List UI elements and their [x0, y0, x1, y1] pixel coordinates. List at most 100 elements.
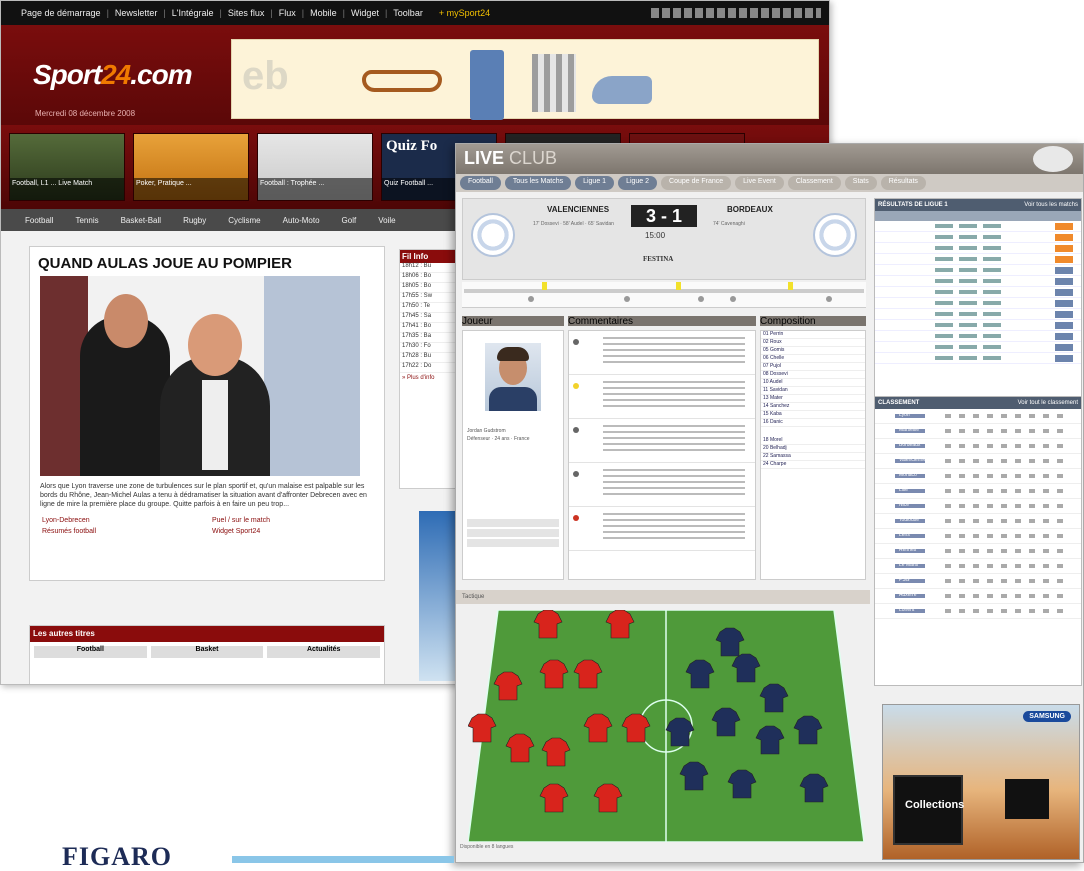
composition-row[interactable]: 20 Belhadj — [761, 445, 865, 453]
section-tab[interactable]: Rugby — [183, 216, 206, 225]
result-row[interactable] — [875, 254, 1081, 265]
fil-info-row[interactable]: 18h05 : Bo — [400, 283, 458, 293]
lineup-pitch[interactable] — [468, 610, 864, 842]
promo-tile[interactable]: Football, L1 ... Live Match — [9, 133, 125, 201]
composition-row[interactable]: 06 Chelle — [761, 355, 865, 363]
classement-row[interactable]: Lens — [875, 529, 1081, 544]
result-row[interactable] — [875, 298, 1081, 309]
search-strip[interactable] — [651, 8, 821, 18]
live-logo[interactable]: LIVE CLUB — [464, 148, 557, 169]
section-tab[interactable]: Tennis — [75, 216, 98, 225]
result-row[interactable] — [875, 331, 1081, 342]
composition-row[interactable]: 11 Savidan — [761, 387, 865, 395]
result-row[interactable] — [875, 265, 1081, 276]
classement-row[interactable]: Nice — [875, 499, 1081, 514]
composition-row[interactable]: 24 Charpe — [761, 461, 865, 469]
section-tab[interactable]: Voile — [378, 216, 395, 225]
feed-item[interactable] — [569, 375, 755, 419]
composition-row[interactable]: 18 Morel — [761, 437, 865, 445]
composition-row[interactable]: 08 Dossevi — [761, 371, 865, 379]
story-link[interactable]: Puel / sur le match — [212, 517, 372, 524]
sky-ad[interactable] — [419, 511, 459, 681]
composition-row[interactable]: 13 Mater — [761, 395, 865, 403]
fil-info-row[interactable]: 17h22 : Do — [400, 363, 458, 373]
story-link[interactable]: Widget Sport24 — [212, 528, 372, 535]
live-nav-item[interactable]: Ligue 1 — [575, 176, 615, 190]
fil-info-row[interactable]: 17h35 : Ba — [400, 333, 458, 343]
fil-info-row[interactable]: 18h12 : Bu — [400, 263, 458, 273]
composition-row[interactable]: 01 Perrin — [761, 331, 865, 339]
live-nav-item[interactable]: Coupe de France — [661, 176, 732, 190]
result-row[interactable] — [875, 353, 1081, 364]
live-nav-item[interactable]: Football — [460, 176, 501, 190]
live-nav-item[interactable]: Classement — [787, 176, 841, 190]
composition-row[interactable]: 16 Danic — [761, 419, 865, 427]
composition-row[interactable]: 02 Roux — [761, 339, 865, 347]
feed-item[interactable] — [569, 331, 755, 375]
other-tab[interactable]: Football — [34, 646, 147, 658]
result-row[interactable] — [875, 276, 1081, 287]
match-timeline[interactable] — [462, 282, 866, 308]
section-tab[interactable]: Auto-Moto — [283, 216, 320, 225]
fil-info-more[interactable]: » Plus d'info — [400, 373, 458, 383]
story-link[interactable]: Résumés football — [42, 528, 202, 535]
classement-row[interactable]: Auxerre — [875, 589, 1081, 604]
results-tabs[interactable] — [875, 211, 1081, 221]
result-row[interactable] — [875, 232, 1081, 243]
fil-info-row[interactable]: 17h28 : Bu — [400, 353, 458, 363]
section-tab[interactable]: Basket-Ball — [121, 216, 161, 225]
result-row[interactable] — [875, 243, 1081, 254]
top-nav-item[interactable]: Widget — [351, 8, 379, 18]
result-row[interactable] — [875, 320, 1081, 331]
classement-row[interactable]: Toulouse — [875, 514, 1081, 529]
top-nav-item[interactable]: Sites flux — [228, 8, 265, 18]
other-tab[interactable]: Actualités — [267, 646, 381, 658]
composition-row[interactable]: 07 Pujol — [761, 363, 865, 371]
classement-row[interactable]: Valenciennes — [875, 454, 1081, 469]
sport24-logo[interactable]: Sport24.com — [33, 59, 193, 91]
story-photo[interactable] — [40, 276, 360, 476]
result-row[interactable] — [875, 221, 1081, 232]
classement-row[interactable]: Bordeaux — [875, 439, 1081, 454]
story-link[interactable]: Lyon-Debrecen — [42, 517, 202, 524]
promo-tile[interactable]: Football : Trophée ... — [257, 133, 373, 201]
classement-row[interactable]: PSG — [875, 574, 1081, 589]
section-tab[interactable]: Cyclisme — [228, 216, 260, 225]
top-nav-item[interactable]: Page de démarrage — [21, 8, 101, 18]
fil-info-row[interactable]: 17h41 : Bo — [400, 323, 458, 333]
fil-info-row[interactable]: 17h45 : Sa — [400, 313, 458, 323]
result-row[interactable] — [875, 342, 1081, 353]
classement-row[interactable]: Le Mans — [875, 559, 1081, 574]
composition-row[interactable]: 22 Samassa — [761, 453, 865, 461]
classement-link[interactable]: Voir tout le classement — [1018, 400, 1078, 406]
classement-row[interactable]: Marseille — [875, 424, 1081, 439]
comments-header[interactable]: Commentaires — [568, 316, 756, 327]
top-nav-item[interactable]: L'Intégrale — [172, 8, 214, 18]
live-nav-item[interactable]: Ligue 2 — [618, 176, 658, 190]
feed-item[interactable] — [569, 419, 755, 463]
pitch-tab[interactable]: Tactique — [456, 591, 490, 603]
live-nav-item[interactable]: Live Event — [735, 176, 784, 190]
ebay-banner[interactable]: eb — [231, 39, 819, 120]
composition-row[interactable]: 05 Gomis — [761, 347, 865, 355]
fil-info-row[interactable]: 18h06 : Bo — [400, 273, 458, 283]
myspace-link[interactable]: + mySport24 — [439, 8, 490, 18]
result-row[interactable] — [875, 287, 1081, 298]
top-nav-item[interactable]: Flux — [279, 8, 296, 18]
composition-row[interactable]: 15 Kaba — [761, 411, 865, 419]
fil-info-row[interactable]: 17h30 : Fo — [400, 343, 458, 353]
live-nav-item[interactable]: Stats — [844, 176, 877, 190]
composition-row[interactable]: 10 Audel — [761, 379, 865, 387]
feed-item[interactable] — [569, 507, 755, 551]
top-nav-item[interactable]: Toolbar — [393, 8, 423, 18]
classement-row[interactable]: Lorient — [875, 604, 1081, 619]
fil-info-row[interactable]: 17h55 : Sw — [400, 293, 458, 303]
classement-row[interactable]: Lille — [875, 484, 1081, 499]
story-headline[interactable]: QUAND AULAS JOUE AU POMPIER — [38, 255, 376, 272]
results-link[interactable]: Voir tous les matchs — [1024, 202, 1078, 208]
section-tab[interactable]: Football — [25, 216, 53, 225]
promo-tile[interactable]: Poker, Pratique ... — [133, 133, 249, 201]
live-nav-item[interactable]: Tous les Matchs — [504, 176, 572, 190]
classement-row[interactable]: Rennes — [875, 544, 1081, 559]
classement-row[interactable]: Monaco — [875, 469, 1081, 484]
